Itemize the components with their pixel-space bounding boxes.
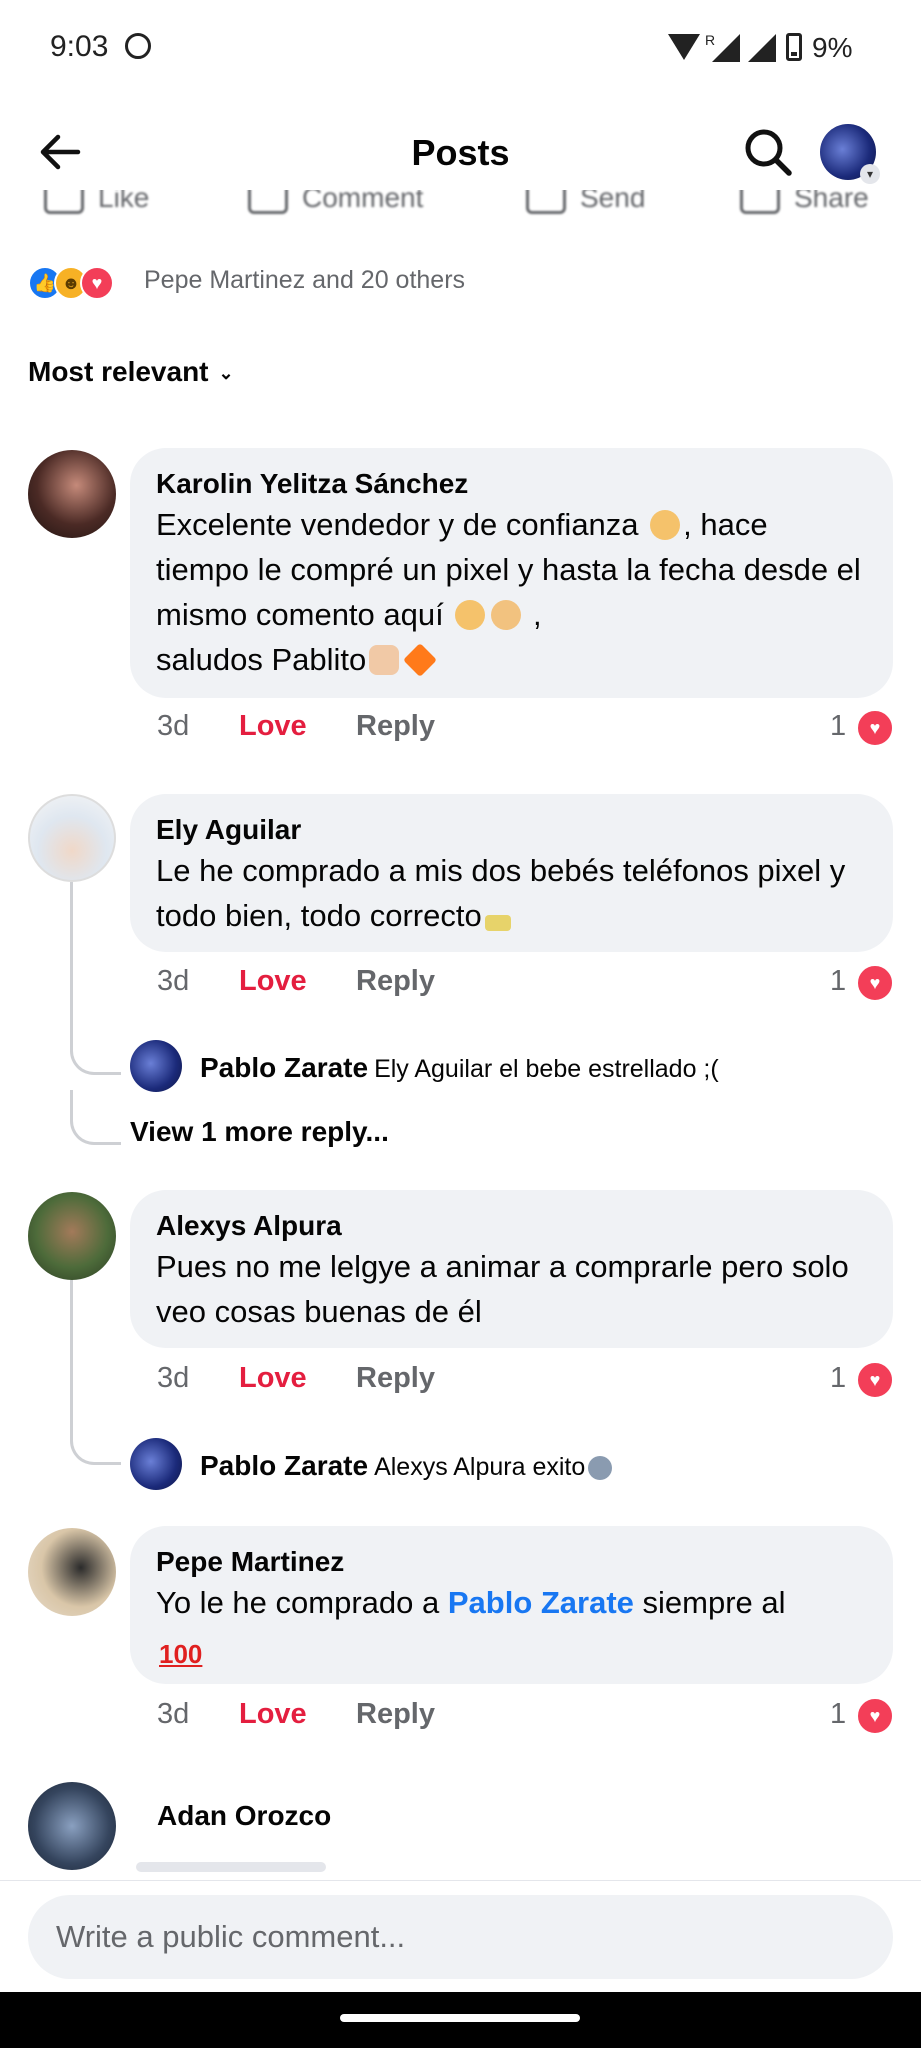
avatar[interactable] (28, 1192, 116, 1280)
comment-text: Yo le he comprado a Pablo Zarate siempre… (156, 1580, 867, 1677)
ok-hand-emoji-icon (650, 510, 681, 540)
clap-emoji-icon (491, 600, 522, 630)
avatar[interactable] (28, 794, 116, 882)
battery-level: 9% (812, 32, 853, 63)
avatar[interactable] (28, 1528, 116, 1616)
reactions-summary[interactable]: Pepe Martinez and 20 others (144, 266, 465, 295)
avatar[interactable] (130, 1040, 182, 1092)
reaction-count[interactable]: 1 (830, 1362, 846, 1395)
reply-text: Ely Aguilar el bebe estrellado ;( (374, 1055, 719, 1083)
love-button[interactable]: Love (239, 710, 307, 743)
status-bar: 9:03 R 9% (0, 0, 921, 100)
ok-hand-emoji-icon (455, 600, 486, 630)
system-navigation-bar (0, 1992, 921, 2048)
comment-input[interactable]: Write a public comment... (28, 1895, 893, 1979)
post-actions-row: Like Comment Send Share (0, 190, 921, 224)
comment-author[interactable]: Alexys Alpura (156, 1208, 867, 1244)
avatar[interactable] (28, 450, 116, 538)
love-reaction-icon: ♥ (80, 266, 114, 300)
reply-text: Alexys Alpura exito (374, 1453, 586, 1481)
wifi-icon (668, 34, 700, 60)
sort-label: Most relevant (28, 356, 209, 387)
comment-author[interactable]: Pepe Martinez (156, 1544, 867, 1580)
signal-icon (712, 34, 740, 62)
send-action[interactable]: Send (526, 190, 645, 215)
comment-time: 3d (157, 710, 190, 742)
profile-avatar-button[interactable]: ▾ (820, 124, 880, 184)
heart-reaction-icon: ♥ (856, 1697, 894, 1735)
signal-icon-2 (748, 34, 776, 62)
reply-button[interactable]: Reply (356, 1698, 435, 1731)
love-button[interactable]: Love (239, 1362, 307, 1395)
reply-button[interactable]: Reply (356, 965, 435, 998)
chevron-down-icon: ⌄ (218, 363, 234, 384)
mention-link[interactable]: Pablo Zarate (448, 1585, 634, 1620)
status-time: 9:03 (50, 30, 109, 63)
send-icon (526, 190, 566, 215)
heart-reaction-icon: ♥ (856, 709, 894, 747)
share-icon (740, 190, 780, 215)
comment-text: Le he comprado a mis dos bebés teléfonos… (156, 853, 846, 933)
sparkles-emoji-icon (484, 915, 511, 931)
whatsapp-notification-icon (125, 33, 151, 59)
hundred-points-emoji-icon: 100 (159, 1639, 203, 1669)
like-icon (44, 190, 84, 215)
comment-bubble-partial (136, 1862, 326, 1872)
search-icon[interactable] (742, 126, 794, 178)
comment-action[interactable]: Comment (248, 190, 423, 215)
avatar[interactable] (130, 1438, 182, 1490)
comment-bubble[interactable]: Karolin Yelitza Sánchez Excelente vended… (130, 448, 893, 698)
reaction-count[interactable]: 1 (830, 965, 846, 998)
comment-bubble[interactable]: Alexys Alpura Pues no me lelgye a animar… (130, 1190, 893, 1348)
reply-author[interactable]: Pablo Zarate (200, 1450, 368, 1481)
heart-reaction-icon: ♥ (856, 964, 894, 1002)
comment-icon (248, 190, 288, 215)
pray-emoji-icon (369, 645, 400, 675)
love-button[interactable]: Love (239, 1698, 307, 1731)
thread-connector (70, 1410, 121, 1465)
comment-bubble[interactable]: Ely Aguilar Le he comprado a mis dos beb… (130, 794, 893, 952)
reaction-count[interactable]: 1 (830, 710, 846, 743)
thread-connector (70, 1020, 121, 1075)
comment-time: 3d (157, 1362, 190, 1394)
top-app-bar: Posts ▾ (0, 100, 921, 200)
battery-icon (786, 33, 802, 61)
view-more-replies-link[interactable]: View 1 more reply... (130, 1116, 389, 1148)
comment-text: Excelente vendedor y de confianza , hace… (156, 507, 861, 677)
comment-time: 3d (157, 965, 190, 997)
share-action[interactable]: Share (740, 190, 869, 215)
comment-author[interactable]: Adan Orozco (157, 1798, 331, 1834)
reaction-count[interactable]: 1 (830, 1698, 846, 1731)
like-action[interactable]: Like (44, 190, 149, 215)
comment-author[interactable]: Ely Aguilar (156, 812, 867, 848)
love-button[interactable]: Love (239, 965, 307, 998)
comment-bubble[interactable]: Pepe Martinez Yo le he comprado a Pablo … (130, 1526, 893, 1684)
reply-button[interactable]: Reply (356, 1362, 435, 1395)
comment-time: 3d (157, 1698, 190, 1730)
comment-composer: Write a public comment... (0, 1880, 921, 1993)
reply-preview[interactable]: Pablo Zarate Ely Aguilar el bebe estrella… (200, 1052, 719, 1084)
chevron-down-icon: ▾ (860, 164, 880, 184)
collision-emoji-icon (403, 643, 438, 677)
home-gesture-handle[interactable] (340, 2014, 580, 2022)
reply-preview[interactable]: Pablo Zarate Alexys Alpura exito (200, 1450, 615, 1482)
emoji-icon (588, 1456, 613, 1480)
sort-dropdown[interactable]: Most relevant ⌄ (28, 356, 234, 388)
thread-connector (70, 1090, 121, 1145)
avatar[interactable] (28, 1782, 116, 1870)
reply-author[interactable]: Pablo Zarate (200, 1052, 368, 1083)
comment-author[interactable]: Karolin Yelitza Sánchez (156, 466, 867, 502)
comment-text: Pues no me lelgye a animar a comprarle p… (156, 1249, 849, 1329)
reply-button[interactable]: Reply (356, 710, 435, 743)
heart-reaction-icon: ♥ (856, 1361, 894, 1399)
thread-line (70, 1280, 73, 1420)
